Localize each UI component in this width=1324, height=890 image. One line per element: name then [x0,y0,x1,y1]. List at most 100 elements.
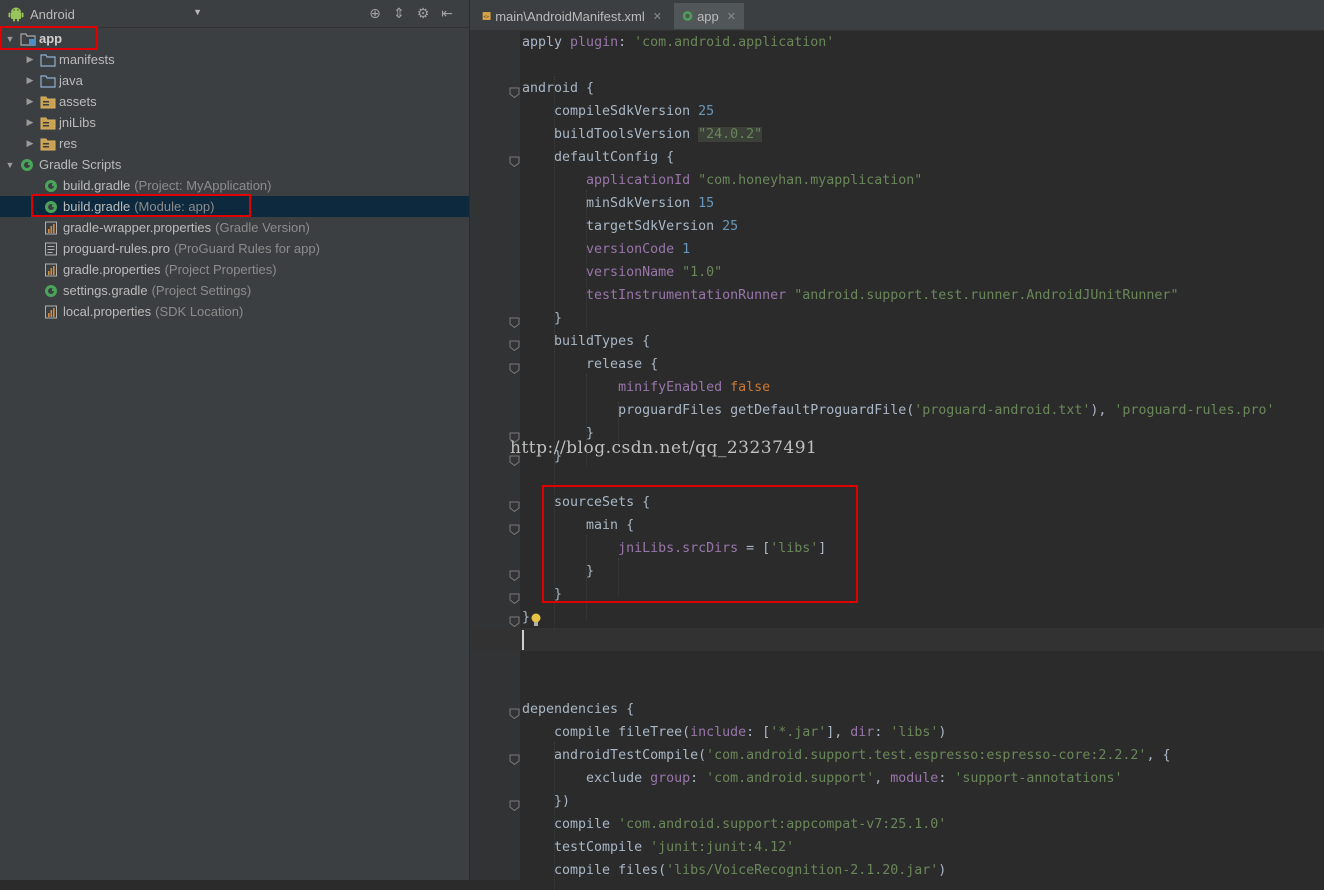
code-token: 'libs' [770,541,819,556]
chevron-down-icon: ▼ [193,7,202,17]
res-folder-icon [40,137,56,151]
collapse-arrow-icon[interactable]: ▶ [24,138,36,149]
code-token: ), [1090,403,1115,418]
tree-item[interactable]: ▶ assets [0,91,469,112]
code-token: targetSdkVersion [522,219,723,234]
code-line: sourceSets { [522,491,650,514]
code-line: testCompile 'junit:junit:4.12' [522,836,794,859]
tree-item-hint: (Project: MyApplication) [134,178,272,193]
fold-marker-icon[interactable] [509,520,520,536]
tree-item[interactable]: ▶ res [0,133,469,154]
indent-guide [586,535,587,620]
expand-arrow-icon[interactable]: ▼ [4,34,16,44]
tree-item[interactable]: ▼ app [0,28,469,49]
code-token: 25 [698,104,715,119]
tree-item[interactable]: gradle.properties (Project Properties) [0,259,469,280]
code-line: proguardFiles getDefaultProguardFile('pr… [522,399,1274,422]
fold-marker-icon[interactable] [509,359,520,375]
code-token: : [ [746,725,771,740]
editor-tab-bar: <> main\AndroidManifest.xml ✕ app ✕ [470,0,1324,31]
fold-marker-icon[interactable] [509,83,520,99]
fold-marker-icon[interactable] [509,796,520,812]
close-icon[interactable]: ✕ [727,10,736,23]
indent-guide [618,558,619,596]
fold-marker-icon[interactable] [509,566,520,582]
tree-item[interactable]: proguard-rules.pro (ProGuard Rules for ap… [0,238,469,259]
code-line: compileSdkVersion 25 [522,100,714,123]
tree-item[interactable]: ▼ Gradle Scripts [0,154,469,175]
fold-marker-icon[interactable] [509,497,520,513]
tree-item-label: jniLibs [59,115,96,130]
code-line: }) [522,790,570,813]
code-token: buildToolsVersion [522,127,699,142]
project-view-selector[interactable]: Android ▼ [8,5,206,23]
tab-android-manifest[interactable]: <> main\AndroidManifest.xml ✕ [474,3,670,29]
code-token: testInstrumentationRunner [522,288,795,303]
code-line: defaultConfig { [522,146,674,169]
properties-icon [44,305,60,319]
code-token: plugin [570,35,619,50]
properties-icon [44,221,60,235]
close-icon[interactable]: ✕ [653,10,662,23]
code-token: } [522,564,595,579]
code-token: }) [522,794,571,809]
code-line: main { [522,514,634,537]
code-token: ) [938,725,947,740]
code-line: testInstrumentationRunner "android.suppo… [522,284,1178,307]
gradle-icon [682,11,693,21]
code-token: ], [826,725,851,740]
expand-arrow-icon[interactable]: ▼ [4,160,16,170]
tab-label: app [697,8,719,24]
code-token: versionCode [522,242,683,257]
code-token: } [522,311,563,326]
tree-item[interactable]: build.gradle (Module: app) [0,196,469,217]
tree-item-label: java [59,73,83,88]
collapse-arrow-icon[interactable]: ▶ [24,117,36,128]
code-token: sourceSets { [522,495,651,510]
fold-marker-icon[interactable] [509,704,520,720]
sync-target-icon[interactable]: ⊕ [366,5,384,23]
fold-marker-icon[interactable] [509,313,520,329]
gear-icon[interactable]: ⚙ [414,5,432,23]
tree-item[interactable]: ▶ jniLibs [0,112,469,133]
tree-item[interactable]: ▶ manifests [0,49,469,70]
tab-label: main\AndroidManifest.xml [495,8,645,24]
code-line: compile fileTree(include: ['*.jar'], dir… [522,721,946,744]
collapse-all-icon[interactable]: ⇕ [390,5,408,23]
tree-item-label: build.gradle [63,199,131,214]
tree-item-label: gradle-wrapper.properties [63,220,212,235]
tree-item-label: build.gradle [63,178,131,193]
code-token: "com.honeyhan.myapplication" [698,173,923,188]
fold-marker-icon[interactable] [509,612,520,628]
fold-marker-icon[interactable] [509,336,520,352]
tree-item-hint: (Gradle Version) [215,220,310,235]
tab-app[interactable]: app ✕ [674,3,744,29]
code-line: android { [522,77,594,100]
collapse-arrow-icon[interactable]: ▶ [24,54,36,65]
code-token: androidTestCompile( [522,748,707,763]
project-toolbar: Android ▼ ⊕ ⇕ ⚙ ⇤ [0,0,469,28]
tree-item[interactable]: ▶ java [0,70,469,91]
fold-marker-icon[interactable] [509,152,520,168]
tree-item-hint: (Project Properties) [164,262,277,277]
code-token: module [890,771,939,786]
tree-item-label: local.properties [63,304,152,319]
tree-item[interactable]: local.properties (SDK Location) [0,301,469,322]
fold-marker-icon[interactable] [509,750,520,766]
gradle-icon [44,179,60,193]
collapse-arrow-icon[interactable]: ▶ [24,96,36,107]
tree-item-hint: (Project Settings) [151,283,252,298]
fold-marker-icon[interactable] [509,589,520,605]
lightbulb-icon[interactable] [530,612,542,626]
tree-item[interactable]: settings.gradle (Project Settings) [0,280,469,301]
indent-guide [554,742,555,890]
code-line: } [522,560,594,583]
tree-item[interactable]: build.gradle (Project: MyApplication) [0,175,469,196]
code-token: "24.0.2" [698,127,763,142]
collapse-arrow-icon[interactable]: ▶ [24,75,36,86]
tree-item[interactable]: gradle-wrapper.properties (Gradle Version… [0,217,469,238]
code-token: = [ [738,541,771,556]
hide-panel-icon[interactable]: ⇤ [438,5,456,23]
tree-item-label: Gradle Scripts [39,157,122,172]
code-line: exclude group: 'com.android.support', mo… [522,767,1122,790]
